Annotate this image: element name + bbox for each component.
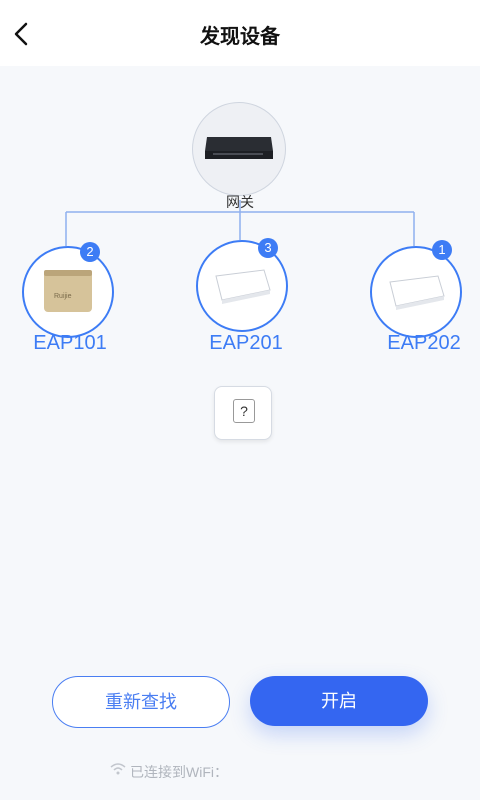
label-eap201: EAP201	[209, 332, 283, 354]
label-eap101: EAP101	[33, 332, 107, 354]
ap-white-icon	[389, 275, 445, 310]
badge-eap202: 1	[432, 240, 452, 260]
gateway-device-icon	[205, 137, 273, 159]
enable-button[interactable]: 开启	[250, 676, 428, 726]
gateway-node[interactable]	[192, 102, 286, 196]
rescan-button[interactable]: 重新查找	[52, 676, 230, 728]
wifi-status: 已连接到WiFi：	[110, 762, 228, 782]
label-eap202: EAP202	[387, 332, 461, 354]
badge-eap101: 2	[80, 242, 100, 262]
unknown-device[interactable]: ?	[214, 386, 272, 440]
gateway-label: 网关	[226, 194, 254, 210]
badge-eap201: 3	[258, 238, 278, 258]
ap-gold-icon: Ruijie	[44, 270, 92, 312]
wifi-status-text: 已连接到WiFi：	[130, 764, 228, 780]
wifi-icon	[110, 763, 126, 775]
node-eap202[interactable]	[370, 246, 462, 338]
node-eap101[interactable]: Ruijie	[22, 246, 114, 338]
svg-text:Ruijie: Ruijie	[54, 293, 72, 300]
question-icon: ?	[233, 399, 255, 423]
